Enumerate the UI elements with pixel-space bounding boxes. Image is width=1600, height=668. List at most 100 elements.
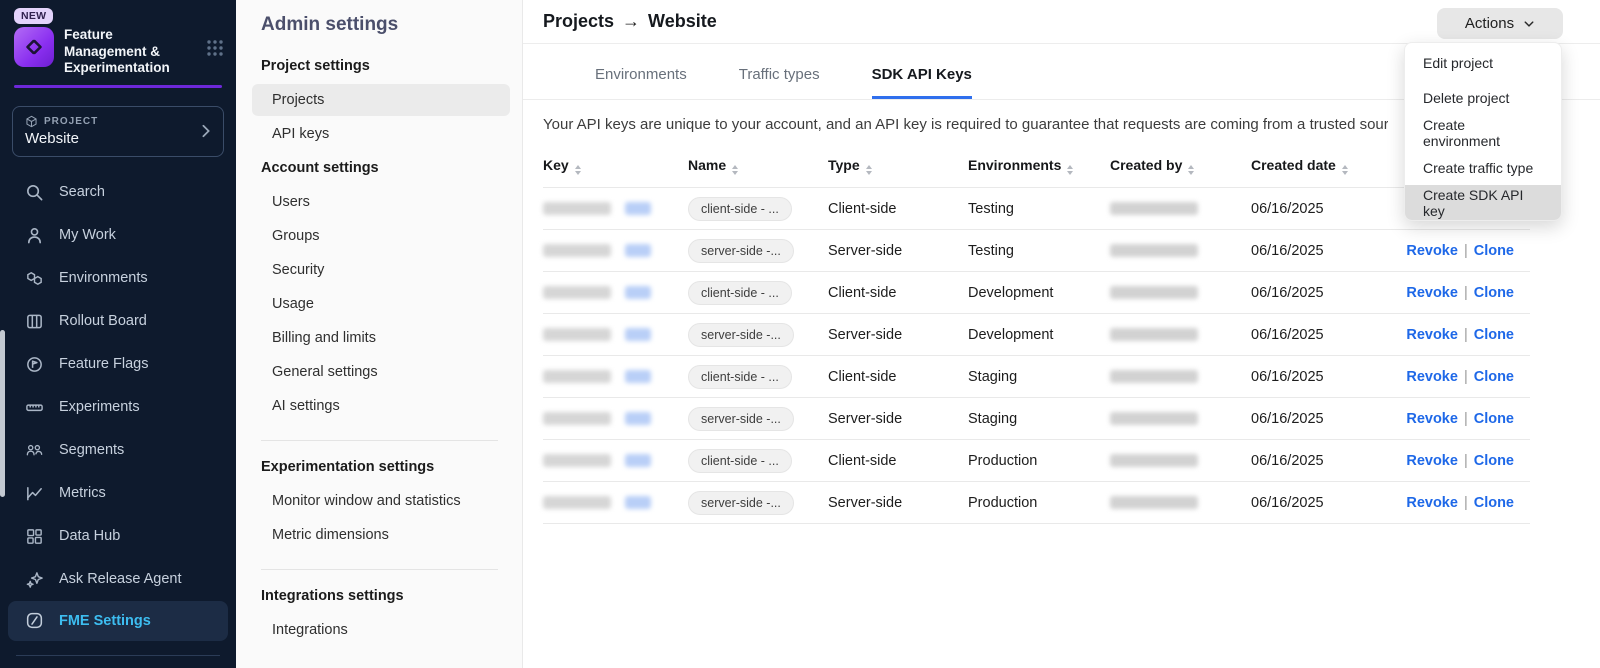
sort-icon xyxy=(866,165,872,175)
menu-item-create-environment[interactable]: Create environment xyxy=(1405,115,1561,150)
menu-item-delete-project[interactable]: Delete project xyxy=(1405,80,1561,115)
section-header-integrations-settings: Integrations settings xyxy=(261,588,510,604)
accent-divider xyxy=(14,85,222,88)
redacted-created-by xyxy=(1110,454,1198,467)
created-date-cell: 06/16/2025 xyxy=(1251,230,1393,272)
admin-item-general-settings[interactable]: General settings xyxy=(261,356,510,388)
sidebar-item-label: Data Hub xyxy=(59,528,120,544)
redacted-created-by xyxy=(1110,370,1198,383)
environment-cell: Development xyxy=(968,314,1110,356)
copy-key-link[interactable] xyxy=(625,454,651,467)
column-header-key[interactable]: Key xyxy=(543,147,688,188)
created-date-cell: 06/16/2025 xyxy=(1251,272,1393,314)
clone-link[interactable]: Clone xyxy=(1474,285,1514,301)
admin-item-integrations[interactable]: Integrations xyxy=(261,614,510,646)
line-chart-icon xyxy=(24,483,44,503)
key-cell xyxy=(543,314,688,356)
copy-key-link[interactable] xyxy=(625,412,651,425)
clone-link[interactable]: Clone xyxy=(1474,495,1514,511)
admin-item-usage[interactable]: Usage xyxy=(261,288,510,320)
revoke-link[interactable]: Revoke xyxy=(1406,411,1458,427)
menu-item-create-traffic-type[interactable]: Create traffic type xyxy=(1405,150,1561,185)
admin-settings-panel: Admin settings Project settings Projects… xyxy=(236,0,523,668)
admin-item-groups[interactable]: Groups xyxy=(261,220,510,252)
sidebar-item-label: Feature Flags xyxy=(59,356,148,372)
breadcrumb-parent[interactable]: Projects xyxy=(543,11,614,32)
key-name-badge[interactable]: client-side - ... xyxy=(688,281,792,305)
revoke-link[interactable]: Revoke xyxy=(1406,327,1458,343)
actions-button[interactable]: Actions xyxy=(1437,8,1563,39)
sidebar: NEW Feature Management & Experimentation xyxy=(0,0,236,668)
clone-link[interactable]: Clone xyxy=(1474,243,1514,259)
copy-key-link[interactable] xyxy=(625,370,651,383)
sidebar-item-environments[interactable]: Environments xyxy=(0,257,236,300)
admin-item-api-keys[interactable]: API keys xyxy=(261,118,510,150)
sidebar-item-segments[interactable]: Segments xyxy=(0,429,236,472)
sidebar-item-experiments[interactable]: Experiments xyxy=(0,386,236,429)
sidebar-item-data-hub[interactable]: Data Hub xyxy=(0,515,236,558)
clone-link[interactable]: Clone xyxy=(1474,327,1514,343)
sidebar-item-ask-release-agent[interactable]: Ask Release Agent xyxy=(0,558,236,601)
key-name-badge[interactable]: server-side -... xyxy=(688,239,794,263)
breadcrumb-current: Website xyxy=(648,11,717,32)
copy-key-link[interactable] xyxy=(625,496,651,509)
sidebar-item-label: My Work xyxy=(59,227,116,243)
project-selector[interactable]: PROJECT Website xyxy=(12,106,224,157)
tab-traffic-types[interactable]: Traffic types xyxy=(739,66,820,99)
admin-item-users[interactable]: Users xyxy=(261,186,510,218)
menu-item-create-sdk-api-key[interactable]: Create SDK API key xyxy=(1405,185,1561,220)
key-name-badge[interactable]: server-side -... xyxy=(688,407,794,431)
revoke-link[interactable]: Revoke xyxy=(1406,495,1458,511)
sidebar-item-rollout-board[interactable]: Rollout Board xyxy=(0,300,236,343)
revoke-link[interactable]: Revoke xyxy=(1406,285,1458,301)
copy-key-link[interactable] xyxy=(625,244,651,257)
admin-item-billing-and-limits[interactable]: Billing and limits xyxy=(261,322,510,354)
key-name-badge[interactable]: server-side -... xyxy=(688,323,794,347)
admin-item-metric-dimensions[interactable]: Metric dimensions xyxy=(261,519,510,551)
tab-environments[interactable]: Environments xyxy=(595,66,687,99)
column-header-type[interactable]: Type xyxy=(828,147,968,188)
admin-item-ai-settings[interactable]: AI settings xyxy=(261,390,510,422)
key-name-badge[interactable]: server-side -... xyxy=(688,491,794,515)
project-name: Website xyxy=(25,130,199,147)
redacted-api-key xyxy=(543,454,611,467)
revoke-link[interactable]: Revoke xyxy=(1406,243,1458,259)
chevron-right-icon xyxy=(199,124,213,138)
column-header-created-by[interactable]: Created by xyxy=(1110,147,1251,188)
clone-link[interactable]: Clone xyxy=(1474,369,1514,385)
product-title: Feature Management & Experimentation xyxy=(64,27,190,77)
menu-item-edit-project[interactable]: Edit project xyxy=(1405,45,1561,80)
project-box-icon xyxy=(25,115,38,128)
key-name-badge[interactable]: client-side - ... xyxy=(688,365,792,389)
row-actions-cell: Revoke | Clone xyxy=(1393,272,1530,314)
column-header-created-date[interactable]: Created date xyxy=(1251,147,1393,188)
revoke-link[interactable]: Revoke xyxy=(1406,369,1458,385)
admin-item-projects[interactable]: Projects xyxy=(252,84,510,116)
redacted-api-key xyxy=(543,328,611,341)
revoke-link[interactable]: Revoke xyxy=(1406,453,1458,469)
tab-sdk-api-keys[interactable]: SDK API Keys xyxy=(872,66,972,99)
sidebar-item-my-work[interactable]: My Work xyxy=(0,214,236,257)
column-header-name[interactable]: Name xyxy=(688,147,828,188)
app-switcher-icon[interactable] xyxy=(206,39,224,57)
row-actions-cell: Revoke|Clone xyxy=(1393,314,1530,356)
key-name-badge[interactable]: client-side - ... xyxy=(688,449,792,473)
key-name-badge[interactable]: client-side - ... xyxy=(688,197,792,221)
sidebar-item-search[interactable]: Search xyxy=(0,171,236,214)
sidebar-scrollbar[interactable] xyxy=(0,330,5,497)
section-header-experimentation-settings: Experimentation settings xyxy=(261,459,510,475)
copy-key-link[interactable] xyxy=(625,328,651,341)
copy-key-link[interactable] xyxy=(625,202,651,215)
clone-link[interactable]: Clone xyxy=(1474,453,1514,469)
clone-link[interactable]: Clone xyxy=(1474,411,1514,427)
sidebar-item-metrics[interactable]: Metrics xyxy=(0,472,236,515)
type-cell: Server-side xyxy=(828,314,968,356)
action-separator: | xyxy=(1464,285,1468,301)
sort-icon xyxy=(1342,165,1348,175)
admin-item-monitor-window[interactable]: Monitor window and statistics xyxy=(261,485,510,517)
column-header-environments[interactable]: Environments xyxy=(968,147,1110,188)
sidebar-item-feature-flags[interactable]: Feature Flags xyxy=(0,343,236,386)
copy-key-link[interactable] xyxy=(625,286,651,299)
sidebar-item-fme-settings[interactable]: FME Settings xyxy=(8,601,228,641)
admin-item-security[interactable]: Security xyxy=(261,254,510,286)
